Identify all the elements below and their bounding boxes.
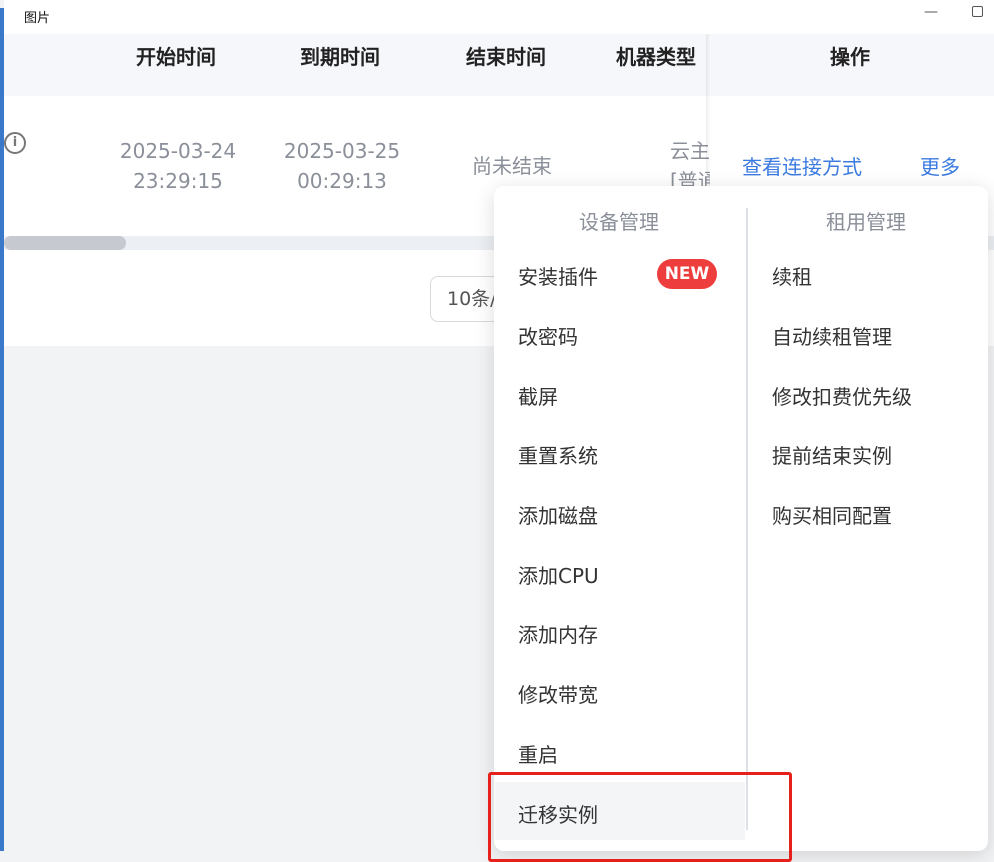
device-management-heading: 设备管理 — [579, 210, 659, 234]
maximize-button[interactable] — [966, 2, 988, 24]
menu-item-end-early[interactable]: 提前结束实例 — [772, 440, 892, 469]
new-badge: NEW — [657, 259, 717, 289]
expire-time-cell: 2025-03-25 00:29:13 — [280, 136, 404, 196]
app-window: 图片 — 开始时间 到期时间 结束时间 机器类型 i 2025-03-24 23… — [0, 0, 994, 862]
title-bar: 图片 — — [4, 0, 994, 34]
menu-item-restart[interactable]: 重启 — [518, 739, 558, 768]
view-connection-link[interactable]: 查看连接方式 — [742, 151, 862, 180]
menu-item-screenshot[interactable]: 截屏 — [518, 381, 558, 410]
menu-item-add-disk[interactable]: 添加磁盘 — [518, 500, 598, 529]
actions-header-cell: 操作 — [710, 34, 994, 96]
info-icon[interactable]: i — [4, 132, 26, 154]
menu-item-change-bandwidth[interactable]: 修改带宽 — [518, 679, 598, 708]
menu-item-deduction-priority[interactable]: 修改扣费优先级 — [772, 381, 912, 410]
menu-item-add-cpu[interactable]: 添加CPU — [518, 560, 599, 589]
column-header-start-time[interactable]: 开始时间 — [136, 34, 216, 96]
highlight-annotation-box — [488, 772, 792, 862]
more-actions-link[interactable]: 更多 — [920, 151, 960, 180]
maximize-icon — [971, 6, 983, 17]
column-header-expire-time[interactable]: 到期时间 — [300, 34, 380, 96]
menu-item-reset-system[interactable]: 重置系统 — [518, 440, 598, 469]
column-header-end-time[interactable]: 结束时间 — [466, 34, 546, 96]
expire-clock: 00:29:13 — [297, 169, 387, 193]
menu-item-add-memory[interactable]: 添加内存 — [518, 619, 598, 648]
machine-type-line1: 云主 — [670, 139, 710, 163]
scrollbar-thumb[interactable] — [4, 236, 126, 250]
window-title: 图片 — [24, 11, 51, 26]
column-header-actions[interactable]: 操作 — [830, 34, 870, 96]
start-clock: 23:29:15 — [133, 169, 223, 193]
menu-item-renew[interactable]: 续租 — [772, 261, 812, 290]
menu-item-install-plugin[interactable]: 安装插件 — [518, 261, 598, 290]
dropdown-divider — [746, 208, 748, 830]
start-time-cell: 2025-03-24 23:29:15 — [116, 136, 240, 196]
menu-item-buy-same-config[interactable]: 购买相同配置 — [772, 500, 892, 529]
column-header-machine-type[interactable]: 机器类型 — [616, 34, 708, 96]
menu-item-change-password[interactable]: 改密码 — [518, 321, 578, 350]
expire-date: 2025-03-25 — [283, 139, 401, 163]
rental-management-heading: 租用管理 — [826, 210, 906, 234]
minimize-button[interactable]: — — [920, 2, 942, 24]
start-date: 2025-03-24 — [119, 139, 237, 163]
menu-item-auto-renew[interactable]: 自动续租管理 — [772, 321, 892, 350]
end-time-cell: 尚未结束 — [472, 154, 552, 178]
